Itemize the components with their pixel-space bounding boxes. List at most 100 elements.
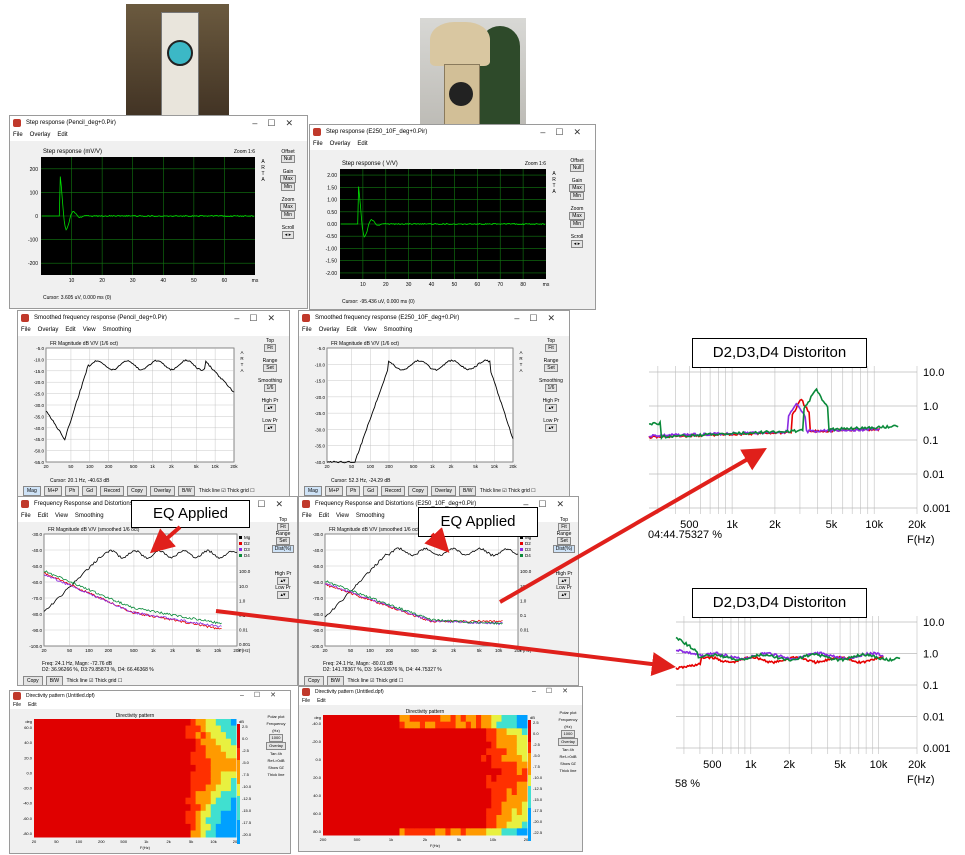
ref-0db-checkbox[interactable]: Ref->0dB [264, 757, 288, 764]
fit-button[interactable]: Fit [558, 523, 570, 531]
window-controls[interactable]: –☐✕ [234, 311, 285, 325]
mag-button[interactable]: Mag [304, 486, 322, 496]
ph-button[interactable]: Ph [65, 486, 80, 496]
mp-button[interactable]: M+P [43, 486, 63, 496]
high-pr-stepper[interactable]: ▴▾ [545, 404, 557, 412]
window-controls[interactable]: –☐✕ [540, 125, 591, 139]
set-button[interactable]: Set [263, 364, 277, 372]
thick-grid-checkbox[interactable]: Thick grid [95, 678, 117, 684]
menu-smoothing[interactable]: Smoothing [384, 327, 413, 333]
low-pr-stepper[interactable]: ▴▾ [558, 591, 570, 599]
menu-smoothing[interactable]: Smoothing [356, 513, 385, 519]
menu-view[interactable]: View [55, 513, 68, 519]
menu-overlay[interactable]: Overlay [38, 327, 59, 333]
menu-edit[interactable]: Edit [38, 513, 48, 519]
menu-file[interactable]: File [302, 513, 312, 519]
menu-edit[interactable]: Edit [346, 327, 356, 333]
mp-button[interactable]: M+P [324, 486, 344, 496]
fit-button[interactable]: Fit [264, 344, 276, 352]
thick-line-checkbox[interactable]: Thick line [555, 767, 581, 774]
scroll-buttons[interactable]: ◂ ▸ [281, 231, 295, 239]
menu-edit[interactable]: Edit [65, 327, 75, 333]
mag-button[interactable]: Mag [23, 486, 41, 496]
bw-button[interactable]: B/W [45, 676, 64, 685]
menu-file[interactable]: File [302, 698, 310, 704]
low-pr-stepper[interactable]: ▴▾ [277, 591, 289, 599]
menu-file[interactable]: File [21, 327, 31, 333]
scroll-buttons[interactable]: ◂ ▸ [570, 240, 584, 248]
gd-button[interactable]: Gd [363, 486, 378, 496]
menu-file[interactable]: File [313, 141, 323, 147]
copy-button[interactable]: Copy [23, 676, 43, 685]
smoothing-select[interactable]: 1/6 [263, 384, 277, 392]
low-pr-stepper[interactable]: ▴▾ [545, 424, 557, 432]
zoom-min-button[interactable]: Min [280, 211, 296, 219]
thick-line-checkbox[interactable]: Thick line [480, 488, 501, 494]
window-controls[interactable]: –☐✕ [514, 311, 565, 325]
null-button[interactable]: Null [280, 155, 296, 163]
copy-button[interactable]: Copy [408, 486, 428, 496]
zoom-max-button[interactable]: Max [569, 212, 585, 220]
menu-file[interactable]: File [13, 132, 23, 138]
menu-file[interactable]: File [13, 702, 21, 708]
menu-overlay[interactable]: Overlay [319, 327, 340, 333]
menu-view[interactable]: View [83, 327, 96, 333]
ref-0db-checkbox[interactable]: Ref->0dB [555, 753, 581, 760]
overlay-button[interactable]: Overlay [558, 738, 578, 746]
thick-grid-checkbox[interactable]: Thick grid [376, 678, 398, 684]
gain-min-button[interactable]: Min [569, 192, 585, 200]
gain-min-button[interactable]: Min [280, 183, 296, 191]
menu-view[interactable]: View [364, 327, 377, 333]
overlay-button[interactable]: Overlay [430, 486, 456, 496]
frequency-input[interactable]: 1000 [268, 734, 284, 742]
dist-percent-button[interactable]: Dist(%) [271, 545, 295, 553]
bw-button[interactable]: B/W [326, 676, 345, 685]
menu-overlay[interactable]: Overlay [330, 141, 351, 147]
set-button[interactable]: Set [544, 364, 558, 372]
gain-max-button[interactable]: Max [280, 175, 296, 183]
null-button[interactable]: Null [569, 164, 585, 172]
tan-checkbox[interactable]: Tan 4h [555, 746, 581, 753]
menu-edit[interactable]: Edit [319, 513, 329, 519]
low-pr-stepper[interactable]: ▴▾ [264, 424, 276, 432]
show-0z-checkbox[interactable]: Show 0Z [555, 760, 581, 767]
overlay-button[interactable]: Overlay [266, 742, 286, 750]
menu-smoothing[interactable]: Smoothing [75, 513, 104, 519]
menu-edit[interactable]: Edit [57, 132, 67, 138]
thick-line-checkbox[interactable]: Thick line [264, 771, 288, 778]
fit-button[interactable]: Fit [277, 523, 289, 531]
menu-file[interactable]: File [302, 327, 312, 333]
window-controls[interactable]: –☐✕ [532, 687, 578, 697]
tan-checkbox[interactable]: Tan 4h [264, 750, 288, 757]
gain-max-button[interactable]: Max [569, 184, 585, 192]
thick-grid-checkbox[interactable]: Thick grid [508, 488, 530, 494]
zoom-min-button[interactable]: Min [569, 220, 585, 228]
menu-edit[interactable]: Edit [28, 702, 37, 708]
overlay-button[interactable]: Overlay [149, 486, 175, 496]
high-pr-stepper[interactable]: ▴▾ [558, 577, 570, 585]
thick-line-checkbox[interactable]: Thick line [347, 678, 368, 684]
menu-view[interactable]: View [336, 513, 349, 519]
dist-percent-button[interactable]: Dist(%) [552, 545, 576, 553]
fit-button[interactable]: Fit [545, 344, 557, 352]
bw-button[interactable]: B/W [178, 486, 196, 496]
gd-button[interactable]: Gd [82, 486, 97, 496]
copy-button[interactable]: Copy [304, 676, 324, 685]
bw-button[interactable]: B/W [459, 486, 477, 496]
copy-button[interactable]: Copy [127, 486, 147, 496]
menu-file[interactable]: File [21, 513, 31, 519]
menu-edit[interactable]: Edit [357, 141, 367, 147]
menu-edit[interactable]: Edit [317, 698, 326, 704]
thick-line-checkbox[interactable]: Thick line [199, 488, 220, 494]
high-pr-stepper[interactable]: ▴▾ [264, 404, 276, 412]
show-0z-checkbox[interactable]: Show 0Z [264, 764, 288, 771]
window-controls[interactable]: –☐✕ [252, 116, 303, 130]
menu-overlay[interactable]: Overlay [30, 132, 51, 138]
ph-button[interactable]: Ph [346, 486, 361, 496]
thick-grid-checkbox[interactable]: Thick grid [227, 488, 249, 494]
high-pr-stepper[interactable]: ▴▾ [277, 577, 289, 585]
thick-line-checkbox[interactable]: Thick line [66, 678, 87, 684]
set-button[interactable]: Set [557, 537, 571, 545]
window-controls[interactable]: –☐✕ [240, 691, 286, 701]
set-button[interactable]: Set [276, 537, 290, 545]
